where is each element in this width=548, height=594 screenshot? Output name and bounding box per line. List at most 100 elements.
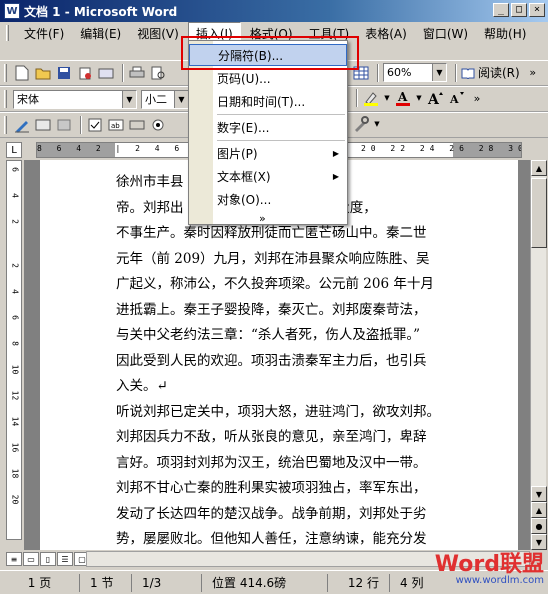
- maximize-button[interactable]: □: [511, 3, 527, 17]
- vruler-tick: 2: [10, 219, 20, 224]
- menu-expand-chevron[interactable]: »: [189, 207, 347, 229]
- close-button[interactable]: ×: [529, 3, 545, 17]
- document-line[interactable]: 刘邦因兵力不敌，听从张良的意见，亲至鸿门，卑辞: [116, 425, 496, 451]
- menu-table[interactable]: 表格(A): [358, 23, 414, 44]
- tab-selector[interactable]: L: [6, 142, 22, 158]
- document-line[interactable]: 进抵霸上。秦王子婴投降，秦灭亡。刘邦废秦苛法，: [116, 298, 496, 324]
- next-page-icon[interactable]: ▼: [531, 534, 547, 550]
- option-button-icon[interactable]: [149, 116, 167, 134]
- vruler-tick: 4: [10, 193, 20, 198]
- document-line[interactable]: 势，屡屡败北。但他知人善任，注意纳谏，能充分发: [116, 527, 496, 550]
- save-icon[interactable]: [55, 64, 73, 82]
- title-bar: W 文档 1 - Microsoft Word _ □ ×: [0, 0, 548, 22]
- chevron-down-icon[interactable]: ▼: [174, 90, 188, 108]
- previous-page-icon[interactable]: ▲: [531, 502, 547, 518]
- menu-item-date-time[interactable]: 日期和时间(T)...: [189, 90, 347, 112]
- menu-item-label: 数字(E)...: [217, 120, 270, 135]
- submenu-arrow-icon: ▶: [332, 171, 339, 181]
- reading-layout-button[interactable]: 阅读(R): [461, 64, 520, 81]
- toolbar-options-icon[interactable]: »: [524, 64, 542, 82]
- vertical-scrollbar[interactable]: ▲ ▼ ▲ ● ▼: [530, 160, 547, 550]
- menu-item-picture[interactable]: 图片(P) ▶: [189, 142, 347, 164]
- scroll-thumb[interactable]: [531, 178, 547, 248]
- submenu-arrow-icon: ▶: [332, 148, 339, 158]
- zoom-value: 60%: [387, 66, 412, 79]
- outline-view-icon[interactable]: ☰: [57, 552, 73, 566]
- textbox-control-icon[interactable]: ab: [107, 116, 125, 134]
- document-line[interactable]: 因此受到人民的欢迎。项羽击溃秦军主力后，也引兵: [116, 349, 496, 375]
- document-line[interactable]: 听说刘邦已定关中，项羽大怒，进驻鸿门，欲攻刘邦。: [116, 400, 496, 426]
- menu-view[interactable]: 视图(V): [130, 23, 186, 44]
- chevron-down-icon[interactable]: ▼: [415, 89, 423, 107]
- toolbar-separator: [80, 116, 82, 134]
- document-line[interactable]: 入关。↵: [116, 374, 496, 400]
- menu-file[interactable]: 文件(F): [17, 23, 71, 44]
- menu-help[interactable]: 帮助(H): [477, 23, 533, 44]
- vruler-tick: 8: [10, 341, 20, 346]
- font-size-select[interactable]: 小二 ▼: [141, 89, 189, 109]
- watermark-url: www.wordlm.com: [455, 575, 544, 586]
- word-app-icon[interactable]: W: [4, 3, 20, 19]
- chevron-down-icon[interactable]: ▼: [122, 90, 136, 108]
- toolbar-separator: [122, 64, 124, 82]
- print-icon[interactable]: [128, 64, 146, 82]
- menu-edit[interactable]: 编辑(E): [73, 23, 128, 44]
- toolbar-grip[interactable]: [4, 64, 7, 82]
- button-control-icon[interactable]: [128, 116, 146, 134]
- document-line[interactable]: 元年（前 209）九月，刘邦在沛县聚众响应陈胜、吴: [116, 247, 496, 273]
- checkbox-control-icon[interactable]: [86, 116, 104, 134]
- zoom-select[interactable]: 60% ▼: [383, 63, 447, 82]
- font-name-select[interactable]: 宋体 ▼: [13, 89, 137, 109]
- document-line[interactable]: 刘邦不甘心亡秦的胜利果实被项羽独占，率军东出，: [116, 476, 496, 502]
- minimize-button[interactable]: _: [493, 3, 509, 17]
- toolbar-separator: [356, 89, 358, 107]
- chevron-down-icon[interactable]: ▼: [373, 115, 381, 133]
- permission-icon[interactable]: [76, 64, 94, 82]
- shrink-font-icon[interactable]: A: [447, 89, 465, 107]
- document-line[interactable]: 言好。项羽封刘邦为汉王，统治巴蜀地及汉中一带。: [116, 451, 496, 477]
- print-layout-icon[interactable]: ▯: [40, 552, 56, 566]
- properties-icon[interactable]: [34, 116, 52, 134]
- font-color-icon[interactable]: A: [394, 89, 412, 107]
- menu-window[interactable]: 窗口(W): [416, 23, 475, 44]
- web-layout-icon[interactable]: ▭: [23, 552, 39, 566]
- formatting-toolbar-right: ▼ A ▼ A A »: [352, 89, 489, 107]
- email-icon[interactable]: [97, 64, 115, 82]
- vruler-tick: 18: [10, 468, 20, 479]
- status-pages: 1/3: [132, 573, 202, 592]
- document-line[interactable]: 广起义，称沛公，不久投奔项梁。公元前 206 年十月: [116, 272, 496, 298]
- vruler-tick: 2: [10, 263, 20, 268]
- chevron-down-icon[interactable]: ▼: [432, 64, 446, 81]
- toolbar-grip[interactable]: [4, 116, 7, 134]
- menu-item-page-number[interactable]: 页码(U)...: [189, 67, 347, 89]
- menu-grip[interactable]: [6, 25, 9, 41]
- open-folder-icon[interactable]: [34, 64, 52, 82]
- menu-item-number[interactable]: 数字(E)...: [189, 116, 347, 138]
- highlight-icon[interactable]: [362, 89, 380, 107]
- toolbar-options-icon[interactable]: »: [468, 89, 486, 107]
- menu-item-textbox[interactable]: 文本框(X) ▶: [189, 165, 347, 187]
- svg-text:A: A: [427, 92, 440, 106]
- vertical-ruler[interactable]: 6 4 2 2 4 6 8 10 12 14 16 18 20: [6, 160, 22, 540]
- design-mode-icon[interactable]: [13, 116, 31, 134]
- scroll-up-icon[interactable]: ▲: [531, 160, 547, 176]
- scroll-down-icon[interactable]: ▼: [531, 486, 547, 502]
- vruler-tick: 16: [10, 442, 20, 453]
- vruler-tick: 6: [10, 167, 20, 172]
- vruler-tick: 4: [10, 289, 20, 294]
- chevron-down-icon[interactable]: ▼: [383, 89, 391, 107]
- watermark-text: Word联盟: [434, 552, 544, 577]
- view-code-icon[interactable]: [55, 116, 73, 134]
- document-line[interactable]: 发动了长达四年的楚汉战争。战争前期，刘邦处于劣: [116, 502, 496, 528]
- normal-view-icon[interactable]: ≡: [6, 552, 22, 566]
- new-document-icon[interactable]: [13, 64, 31, 82]
- svg-text:ab: ab: [111, 122, 120, 130]
- print-preview-icon[interactable]: [149, 64, 167, 82]
- vruler-tick: 6: [10, 315, 20, 320]
- browse-object-icon[interactable]: ●: [531, 518, 547, 534]
- tools-icon[interactable]: [352, 115, 370, 133]
- grow-font-icon[interactable]: A: [426, 89, 444, 107]
- toolbar-grip[interactable]: [4, 90, 7, 108]
- document-line[interactable]: 与关中父老约法三章：“杀人者死，伤人及盗抵罪。”: [116, 323, 496, 349]
- toolbar-separator: [455, 63, 457, 82]
